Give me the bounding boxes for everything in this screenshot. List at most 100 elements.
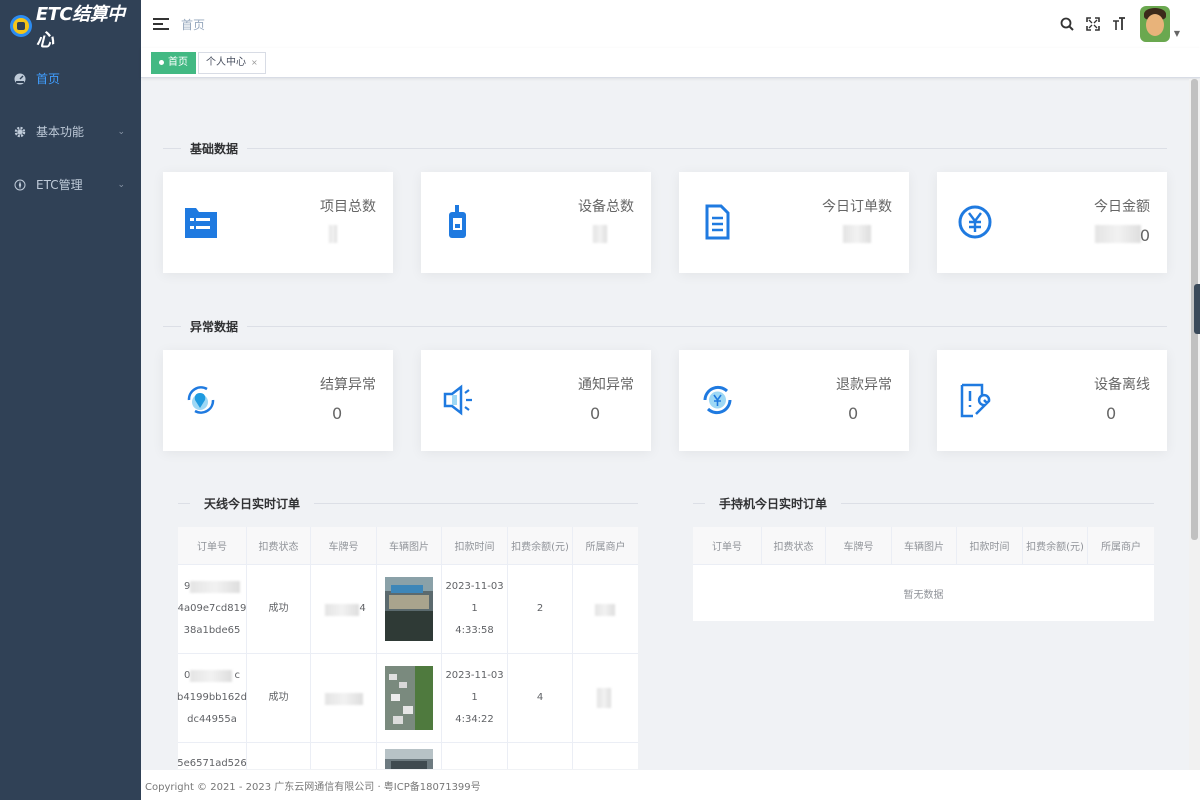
column-header[interactable]: 订单号 <box>693 527 762 564</box>
column-header[interactable]: 车辆图片 <box>377 527 442 564</box>
header-actions: ▼ <box>1054 4 1180 44</box>
vehicle-photo[interactable] <box>385 666 433 730</box>
caret-down-icon[interactable]: ▼ <box>1174 29 1180 38</box>
column-header[interactable]: 扣款时间 <box>442 527 508 564</box>
merchant-cell <box>573 654 638 742</box>
search-icon[interactable] <box>1054 4 1080 44</box>
sidebar-item-label: 首页 <box>36 72 61 86</box>
vehicle-image-cell <box>377 565 442 653</box>
balance-cell <box>508 743 573 769</box>
footer: Copyright © 2021 - 2023 广东云网通信有限公司 · 粤IC… <box>141 770 1200 800</box>
redacted-value <box>593 225 607 243</box>
column-header[interactable]: 扣款时间 <box>957 527 1023 564</box>
sidebar-item-basic-functions[interactable]: 基本功能 ⌄ <box>0 105 141 158</box>
section-title: 基础数据 <box>190 142 239 156</box>
side-widget-handle[interactable] <box>1194 284 1200 334</box>
order-document-icon <box>697 202 737 242</box>
card-title: 设备总数 <box>578 199 634 215</box>
card-value: 0 <box>848 404 859 423</box>
font-size-icon[interactable] <box>1106 4 1132 44</box>
tag-home[interactable]: 首页 <box>151 51 196 74</box>
column-header[interactable]: 扣费状态 <box>762 527 826 564</box>
time-cell <box>442 743 508 769</box>
project-list-icon <box>181 202 221 242</box>
gear-icon <box>14 126 26 138</box>
column-header[interactable]: 所属商户 <box>1088 527 1154 564</box>
card-title: 退款异常 <box>836 377 892 393</box>
redacted-value <box>843 225 871 243</box>
order-id-part: b4199bb162d <box>177 692 247 703</box>
vehicle-image-cell <box>377 743 442 769</box>
copyright-text: Copyright © 2021 - 2023 广东云网通信有限公司 · 粤IC… <box>145 781 481 793</box>
card-settlement-error[interactable]: 结算异常 0 <box>163 350 393 451</box>
card-device-offline[interactable]: 设备离线 0 <box>937 350 1167 451</box>
hamburger-menu-icon[interactable] <box>153 15 169 33</box>
merchant-cell <box>573 743 638 769</box>
chevron-down-icon: ⌄ <box>117 126 125 137</box>
card-device-total[interactable]: 设备总数 <box>421 172 651 273</box>
section-title: 天线今日实时订单 <box>204 497 301 511</box>
top-navbar: 首页 ▼ <box>141 0 1200 48</box>
settlement-error-icon <box>181 380 221 420</box>
chevron-down-icon: ⌄ <box>117 179 125 190</box>
card-today-amount[interactable]: 今日金额 0 <box>937 172 1167 273</box>
column-header[interactable]: 所属商户 <box>573 527 638 564</box>
tag-label: 个人中心 <box>206 56 246 68</box>
handheld-orders-table: 订单号 扣费状态 车牌号 车辆图片 扣款时间 扣费余额(元) 所属商户 暂无数据 <box>693 527 1154 621</box>
table-row[interactable]: 5e6571ad526 <box>177 743 638 769</box>
status-cell: 成功 <box>247 565 311 653</box>
table-header: 订单号 扣费状态 车牌号 车辆图片 扣款时间 扣费余额(元) 所属商户 <box>178 527 638 565</box>
sidebar-item-etc-management[interactable]: ETC管理 ⌄ <box>0 158 141 211</box>
compass-icon <box>14 179 26 191</box>
card-value: 0 <box>1139 226 1150 245</box>
avatar[interactable] <box>1139 6 1170 42</box>
time-part: 4:34:22 <box>455 714 494 725</box>
card-value: 0 <box>1106 404 1117 423</box>
vehicle-photo[interactable] <box>385 749 433 769</box>
yuan-icon <box>955 202 995 242</box>
plate-cell <box>311 743 377 769</box>
page-scrollbar[interactable] <box>1189 79 1200 770</box>
card-project-total[interactable]: 项目总数 <box>163 172 393 273</box>
card-title: 今日订单数 <box>822 199 892 215</box>
table-row[interactable]: 0 c b4199bb162d dc44955a 成功 2023-11-03 1… <box>177 654 638 743</box>
merchant-cell <box>573 565 638 653</box>
column-header[interactable]: 订单号 <box>178 527 247 564</box>
order-id-part: 38a1bde65 <box>183 625 241 636</box>
logo[interactable]: ETC结算中心 <box>0 0 141 52</box>
card-title: 今日金额 <box>1094 199 1150 215</box>
sidebar-item-label: ETC管理 <box>36 178 83 192</box>
logo-badge-icon <box>10 15 32 37</box>
card-refund-error[interactable]: 退款异常 0 <box>679 350 909 451</box>
close-icon[interactable]: × <box>251 53 258 73</box>
column-header[interactable]: 扣费余额(元) <box>508 527 573 564</box>
sidebar-item-home[interactable]: 首页 <box>0 52 141 105</box>
column-header[interactable]: 车牌号 <box>826 527 892 564</box>
card-title: 项目总数 <box>320 199 376 215</box>
status-cell: 成功 <box>247 654 311 742</box>
tags-view: 首页 个人中心 × <box>141 48 1200 78</box>
empty-state-text: 暂无数据 <box>903 589 944 601</box>
column-header[interactable]: 扣费状态 <box>247 527 311 564</box>
order-id-part: 4a09e7cd819 <box>177 603 247 614</box>
time-part: 4:33:58 <box>455 625 494 636</box>
tag-personal-center[interactable]: 个人中心 × <box>198 51 266 74</box>
order-id-part: c <box>234 670 241 681</box>
card-value: 0 <box>590 404 601 423</box>
card-notification-error[interactable]: 通知异常 0 <box>421 350 651 451</box>
plate-cell <box>311 654 377 742</box>
table-row[interactable]: 9 4a09e7cd819 38a1bde65 成功 4 2023-11-03 … <box>178 565 638 654</box>
column-header[interactable]: 车辆图片 <box>892 527 957 564</box>
balance-cell: 2 <box>508 565 573 653</box>
card-today-orders[interactable]: 今日订单数 <box>679 172 909 273</box>
column-header[interactable]: 车牌号 <box>311 527 377 564</box>
column-header[interactable]: 扣费余额(元) <box>1023 527 1088 564</box>
tag-label: 首页 <box>168 56 188 68</box>
card-title: 通知异常 <box>578 377 634 393</box>
vehicle-photo[interactable] <box>385 577 433 641</box>
card-value: 0 <box>332 404 343 423</box>
time-cell: 2023-11-03 1 4:34:22 <box>442 654 508 742</box>
fullscreen-icon[interactable] <box>1080 4 1106 44</box>
basic-data-heading: 基础数据 <box>163 140 1167 157</box>
status-cell <box>247 743 311 769</box>
